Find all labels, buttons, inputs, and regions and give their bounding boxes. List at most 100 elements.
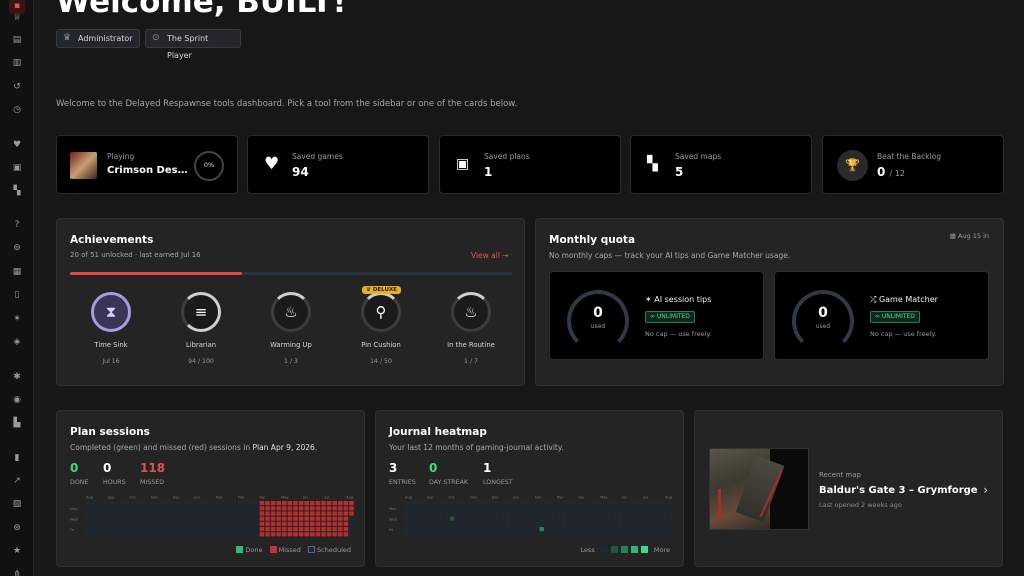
heatmap-cell[interactable] <box>421 511 427 516</box>
heatmap-cell[interactable] <box>136 527 141 532</box>
heatmap-cell[interactable] <box>517 532 522 537</box>
heatmap-cell[interactable] <box>589 506 595 511</box>
heatmap-cell[interactable] <box>634 511 640 516</box>
heatmap-cell[interactable] <box>114 527 119 532</box>
heatmap-cell[interactable] <box>629 511 634 516</box>
heatmap-cell[interactable] <box>427 532 432 537</box>
heatmap-cell[interactable] <box>662 521 668 526</box>
heatmap-cell[interactable] <box>623 501 628 506</box>
heatmap-cell[interactable] <box>158 532 164 537</box>
heatmap-cell[interactable] <box>142 521 147 526</box>
heatmap-cell[interactable] <box>668 516 673 521</box>
heatmap-cell[interactable] <box>136 511 141 516</box>
heatmap-cell[interactable] <box>461 506 466 511</box>
heatmap-cell[interactable] <box>332 532 337 537</box>
heatmap-cell[interactable] <box>561 521 567 526</box>
heatmap-cell[interactable] <box>634 521 640 526</box>
heatmap-cell[interactable] <box>276 516 281 521</box>
heatmap-cell[interactable] <box>242 511 248 516</box>
heatmap-cell[interactable] <box>601 501 606 506</box>
heatmap-cell[interactable] <box>170 501 175 506</box>
heatmap-cell[interactable] <box>231 511 237 516</box>
heatmap-cell[interactable] <box>561 516 567 521</box>
heatmap-cell[interactable] <box>265 511 270 516</box>
heatmap-cell[interactable] <box>108 521 113 526</box>
heatmap-cell[interactable] <box>589 501 595 506</box>
heatmap-cell[interactable] <box>651 501 656 506</box>
heatmap-cell[interactable] <box>237 527 242 532</box>
heatmap-cell[interactable] <box>259 506 265 511</box>
document-icon[interactable]: ▥ <box>9 55 25 71</box>
heatmap-cell[interactable] <box>338 501 343 506</box>
heatmap-cell[interactable] <box>237 521 242 526</box>
heatmap-cell[interactable] <box>617 501 623 506</box>
heatmap-cell[interactable] <box>209 527 214 532</box>
heatmap-cell[interactable] <box>153 527 158 532</box>
heatmap-cell[interactable] <box>623 516 628 521</box>
heatmap-cell[interactable] <box>657 506 662 511</box>
heatmap-cell[interactable] <box>444 527 449 532</box>
heatmap-cell[interactable] <box>545 506 550 511</box>
heatmap-cell[interactable] <box>282 527 287 532</box>
heatmap-cell[interactable] <box>528 521 533 526</box>
heatmap-cell[interactable] <box>561 506 567 511</box>
heatmap-cell[interactable] <box>349 532 354 537</box>
heatmap-cell[interactable] <box>612 511 617 516</box>
heatmap-cell[interactable] <box>175 516 181 521</box>
heatmap-cell[interactable] <box>282 501 287 506</box>
heatmap-cell[interactable] <box>477 521 483 526</box>
heatmap-cell[interactable] <box>282 506 287 511</box>
heatmap-cell[interactable] <box>651 511 656 516</box>
heatmap-cell[interactable] <box>220 516 225 521</box>
heatmap-cell[interactable] <box>91 516 97 521</box>
heatmap-cell[interactable] <box>472 532 477 537</box>
heatmap-cell[interactable] <box>595 532 600 537</box>
heatmap-cell[interactable] <box>449 501 455 506</box>
heatmap-cell[interactable] <box>326 516 332 521</box>
heatmap-cell[interactable] <box>119 521 125 526</box>
heatmap-cell[interactable] <box>573 521 578 526</box>
heatmap-cell[interactable] <box>466 501 472 506</box>
heatmap-cell[interactable] <box>164 532 169 537</box>
heatmap-cell[interactable] <box>444 511 449 516</box>
heatmap-cell[interactable] <box>108 527 113 532</box>
heatmap-cell[interactable] <box>578 532 584 537</box>
achievement-item[interactable]: ⚲ ♛ DELUXE Pin Cushion 14 / 50 <box>351 286 411 365</box>
heatmap-cell[interactable] <box>214 506 220 511</box>
heatmap-cell[interactable] <box>449 532 455 537</box>
heatmap-cell[interactable] <box>142 506 147 511</box>
heatmap-cell[interactable] <box>130 501 136 506</box>
heatmap-cell[interactable] <box>455 506 460 511</box>
heatmap-cell[interactable] <box>405 532 410 537</box>
heatmap-cell[interactable] <box>175 501 181 506</box>
heatmap-cell[interactable] <box>231 516 237 521</box>
heatmap-cell[interactable] <box>349 521 354 526</box>
heatmap-cell[interactable] <box>612 532 617 537</box>
heatmap-cell[interactable] <box>545 501 550 506</box>
heatmap-cell[interactable] <box>304 516 309 521</box>
heatmap-cell[interactable] <box>125 516 130 521</box>
heatmap-cell[interactable] <box>203 521 209 526</box>
heatmap-cell[interactable] <box>556 501 561 506</box>
heatmap-cell[interactable] <box>606 521 612 526</box>
heatmap-cell[interactable] <box>153 532 158 537</box>
card-backlog[interactable]: 🏆 Beat the Backlog 0 / 12 <box>822 135 1004 194</box>
heatmap-cell[interactable] <box>198 521 203 526</box>
heatmap-cell[interactable] <box>164 506 169 511</box>
heatmap-cell[interactable] <box>198 532 203 537</box>
heatmap-cell[interactable] <box>315 527 321 532</box>
heatmap-cell[interactable] <box>612 501 617 506</box>
heatmap-cell[interactable] <box>505 511 511 516</box>
heatmap-cell[interactable] <box>539 511 544 516</box>
heatmap-cell[interactable] <box>466 527 472 532</box>
heatmap-cell[interactable] <box>130 506 136 511</box>
heatmap-cell[interactable] <box>170 532 175 537</box>
heatmap-cell[interactable] <box>321 511 326 516</box>
heatmap-cell[interactable] <box>164 501 169 506</box>
heatmap-cell[interactable] <box>298 511 304 516</box>
heatmap-cell[interactable] <box>640 532 645 537</box>
heatmap-cell[interactable] <box>589 532 595 537</box>
heatmap-cell[interactable] <box>142 516 147 521</box>
heatmap-cell[interactable] <box>142 501 147 506</box>
heatmap-cell[interactable] <box>662 527 668 532</box>
